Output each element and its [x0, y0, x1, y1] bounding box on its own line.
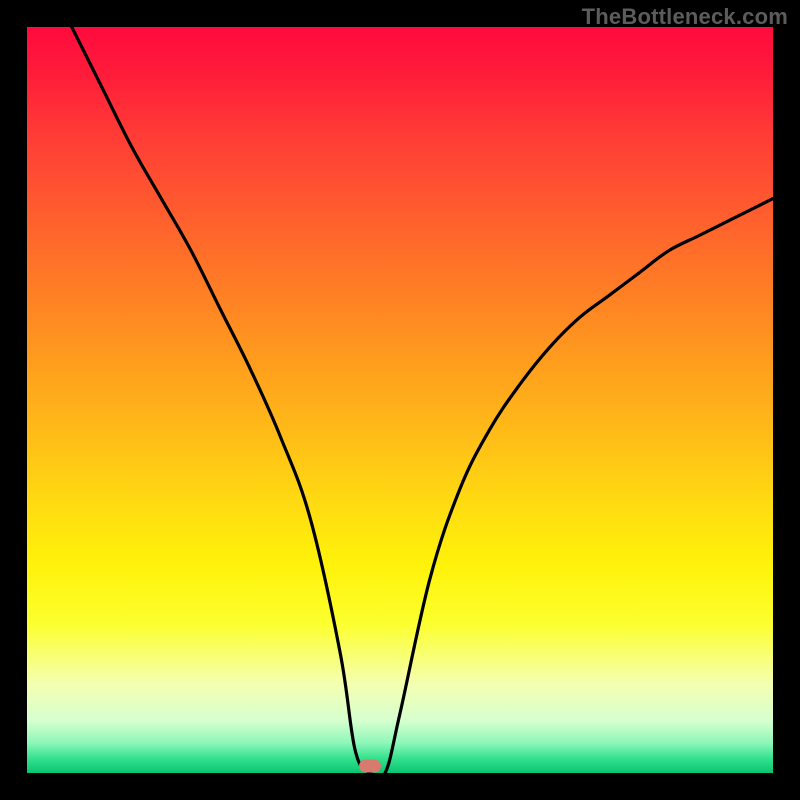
- plot-area: [27, 27, 773, 773]
- bottleneck-curve: [27, 27, 773, 773]
- watermark-text: TheBottleneck.com: [582, 4, 788, 30]
- optimum-marker: [359, 760, 381, 773]
- chart-frame: TheBottleneck.com: [0, 0, 800, 800]
